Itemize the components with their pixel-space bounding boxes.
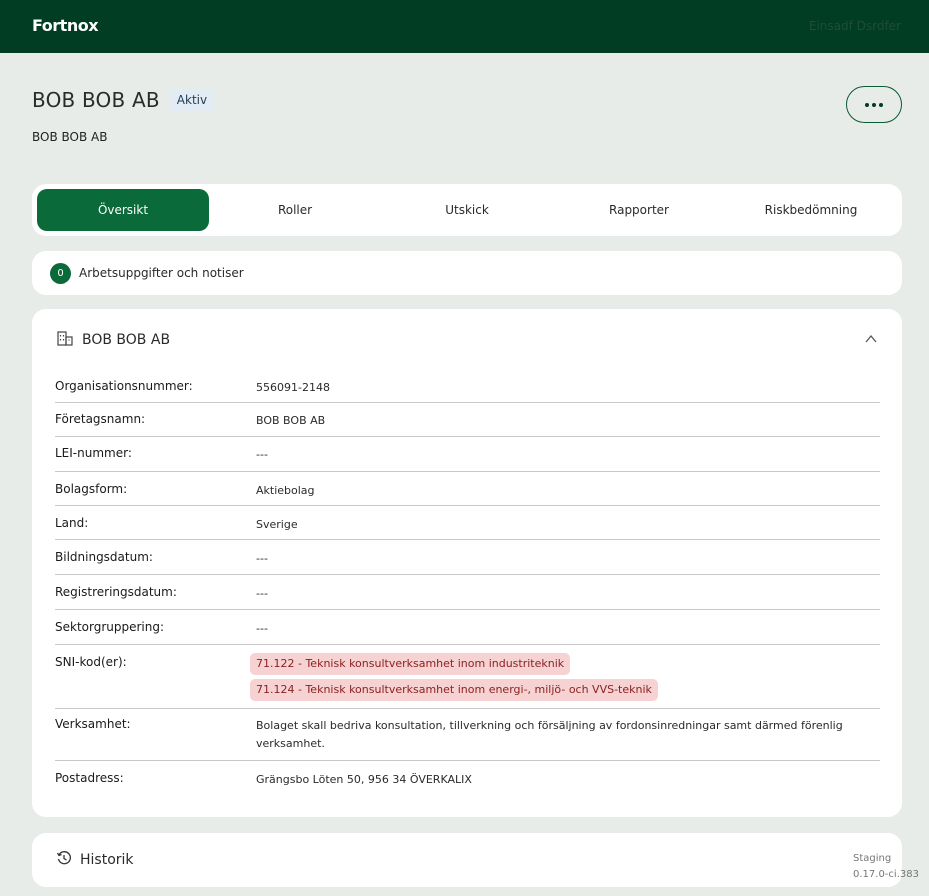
detail-row: SNI-kod(er): 71.122 - Teknisk konsultver… (55, 645, 880, 709)
detail-label: SNI-kod(er): (55, 655, 127, 669)
chevron-up-icon[interactable] (864, 331, 878, 350)
detail-value: --- (256, 552, 268, 565)
detail-row: Organisationsnummer: 556091-2148 (55, 368, 880, 403)
brand-logo[interactable]: Fortnox (32, 16, 99, 35)
tab-riskbedomning[interactable]: Riskbedömning (725, 189, 897, 231)
task-count-badge: 0 (50, 262, 71, 284)
detail-label: Registreringsdatum: (55, 585, 177, 599)
sni-code-chip: 71.122 - Teknisk konsultverksamhet inom … (250, 653, 571, 675)
company-details: Organisationsnummer: 556091-2148 Företag… (55, 368, 880, 797)
detail-label: Postadress: (55, 771, 124, 785)
environment-version: 0.17.0-ci.383 (853, 869, 919, 880)
detail-label: LEI-nummer: (55, 446, 132, 460)
detail-value: --- (256, 448, 268, 461)
detail-label: Land: (55, 516, 89, 530)
tab-utskick[interactable]: Utskick (381, 189, 553, 231)
detail-row: Postadress: Grängsbo Löten 50, 956 34 ÖV… (55, 761, 880, 797)
card-header: BOB BOB AB (56, 329, 170, 351)
detail-label: Verksamhet: (55, 717, 131, 731)
dot-icon (872, 102, 876, 107)
detail-row: Registreringsdatum: --- (55, 575, 880, 610)
detail-value: Grängsbo Löten 50, 956 34 ÖVERKALIX (256, 773, 472, 786)
detail-value: Aktiebolag (256, 484, 315, 497)
page-header: BOB BOB AB Aktiv (32, 88, 215, 112)
detail-label: Bildningsdatum: (55, 550, 153, 564)
history-icon (56, 850, 72, 870)
detail-row: Bolagsform: Aktiebolag (55, 472, 880, 506)
tab-roller[interactable]: Roller (209, 189, 381, 231)
page-title: BOB BOB AB (32, 88, 160, 112)
dot-icon (865, 102, 869, 107)
environment-info: Staging 0.17.0-ci.383 (853, 851, 919, 883)
detail-row: Sektorgruppering: --- (55, 610, 880, 645)
detail-row: LEI-nummer: --- (55, 437, 880, 472)
history-panel[interactable]: Historik (32, 833, 902, 887)
tasks-label: Arbetsuppgifter och notiser (79, 266, 244, 280)
page-subtitle: BOB BOB AB (32, 130, 108, 144)
detail-value: --- (256, 622, 268, 635)
detail-label: Organisationsnummer: (55, 379, 193, 393)
tab-rapporter[interactable]: Rapporter (553, 189, 725, 231)
detail-label: Bolagsform: (55, 482, 128, 496)
detail-row: Verksamhet: Bolaget skall bedriva konsul… (55, 709, 880, 761)
detail-row: Land: Sverige (55, 506, 880, 540)
environment-name: Staging (853, 853, 892, 864)
sni-code-chip: 71.124 - Teknisk konsultverksamhet inom … (250, 679, 658, 701)
building-icon (56, 329, 74, 351)
history-title: Historik (80, 852, 134, 868)
detail-row: Företagsnamn: BOB BOB AB (55, 403, 880, 437)
detail-value: Bolaget skall bedriva konsultation, till… (256, 719, 843, 750)
company-info-card: BOB BOB AB Organisationsnummer: 556091-2… (32, 309, 902, 817)
sni-codes: 71.122 - Teknisk konsultverksamhet inom … (250, 653, 880, 708)
detail-value: --- (256, 587, 268, 600)
detail-row: Bildningsdatum: --- (55, 540, 880, 575)
tab-bar: Översikt Roller Utskick Rapporter Riskbe… (32, 184, 902, 236)
detail-value: BOB BOB AB (256, 414, 326, 427)
more-options-button[interactable] (846, 86, 902, 123)
tasks-panel[interactable]: 0 Arbetsuppgifter och notiser (32, 251, 902, 295)
card-title: BOB BOB AB (82, 332, 171, 348)
detail-label: Företagsnamn: (55, 412, 146, 426)
user-name[interactable]: Einsadf Dsrdfer (809, 19, 901, 33)
status-badge: Aktiv (169, 89, 215, 111)
tab-oversikt[interactable]: Översikt (37, 189, 209, 231)
detail-label: Sektorgruppering: (55, 620, 165, 634)
dot-icon (879, 102, 883, 107)
detail-value: 556091-2148 (256, 381, 330, 394)
detail-value: Sverige (256, 518, 298, 531)
top-bar: Fortnox Einsadf Dsrdfer (0, 0, 929, 53)
